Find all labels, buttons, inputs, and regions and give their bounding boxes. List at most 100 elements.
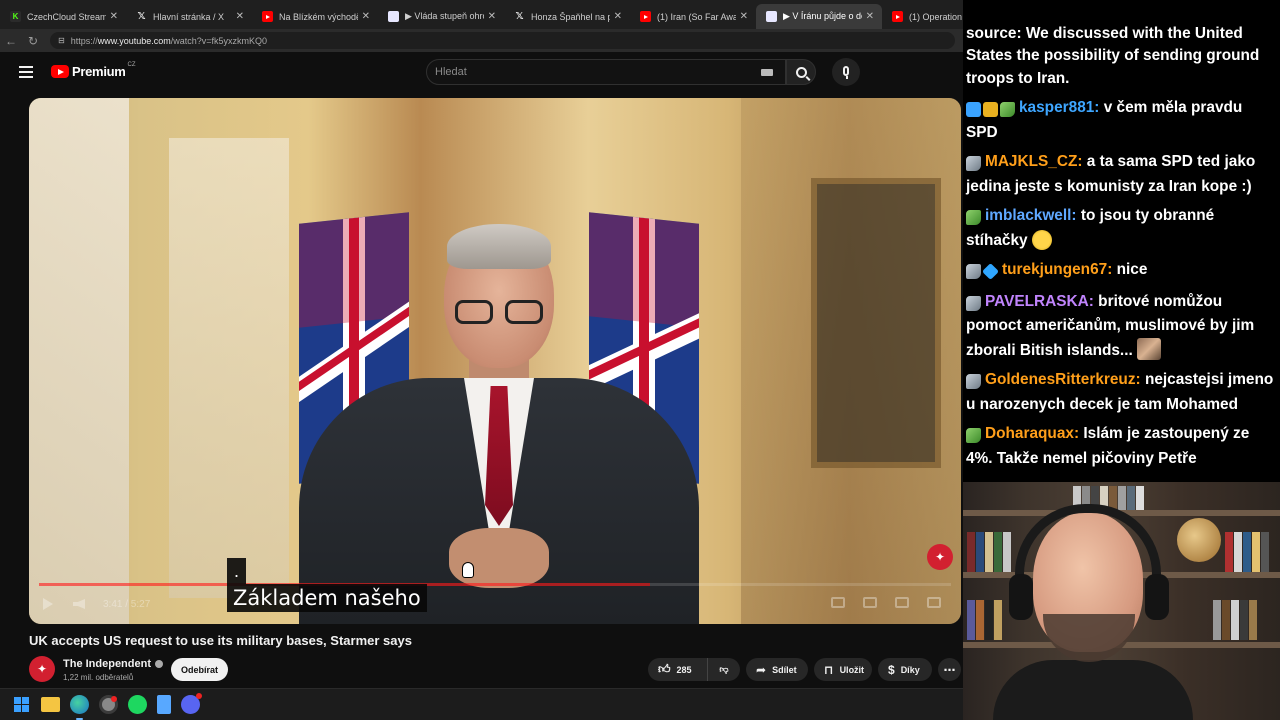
spotify-icon[interactable] [128,695,147,714]
dislike-button[interactable]: 👎︎ [708,664,740,675]
chat-message: imblackwell: to jsou ty obranné stíhačky [966,205,1274,252]
back-arrow-icon[interactable]: ← [0,34,22,48]
chat-username[interactable]: imblackwell: [985,207,1077,224]
thumbs-up-icon: 👍︎ [658,662,671,676]
address-bar-row: ← ↻ ⊟ https://www.youtube.com/watch?v=fk… [0,29,963,52]
notification-dot-icon [111,696,117,702]
close-icon[interactable]: ✕ [740,11,748,22]
youtube-icon [892,11,903,22]
thumbs-down-icon: 👎︎ [719,664,729,674]
settings-icon[interactable] [863,597,877,608]
tab-6[interactable]: ▶ V Íránu půjde o delší ✕ [756,4,882,29]
discord-icon[interactable] [181,693,202,714]
search-button[interactable] [786,59,816,85]
close-icon[interactable]: ✕ [362,11,370,22]
miniplayer-icon[interactable] [895,597,909,608]
country-code: CZ [127,61,136,68]
close-icon[interactable]: ✕ [110,11,118,22]
channel-watermark-icon[interactable]: ✦ [927,544,953,570]
user-badges [966,293,983,316]
user-badges [966,153,983,176]
search-box [426,59,786,85]
notepad-icon[interactable] [157,695,171,714]
channel-name-row[interactable]: The Independent [63,658,163,670]
close-icon[interactable]: ✕ [488,11,496,22]
subtitle: . Základem našeho [227,558,427,612]
badge-icon [966,156,981,172]
close-icon[interactable]: ✕ [236,11,244,22]
save-label: Uložit [839,664,865,675]
tab-4[interactable]: 𝕏 Honza Špaňhel na platfo ✕ [504,4,630,29]
share-button[interactable]: ➦ Sdílet [746,658,808,681]
badge-icon [1000,102,1015,118]
video-scene [811,178,941,468]
save-button[interactable]: ⊓ Uložit [814,658,872,681]
thanks-button[interactable]: $ Díky [878,658,932,681]
keyboard-icon[interactable] [761,69,773,76]
thanks-label: Díky [900,664,920,675]
books [967,532,1012,572]
close-icon[interactable]: ✕ [866,11,874,22]
search-icon [795,66,807,78]
verified-icon [155,660,163,669]
subscribe-button[interactable]: Odebírat [171,658,228,681]
search-input[interactable] [435,66,745,78]
emote-icon [1031,229,1052,250]
bookmark-icon: ⊓ [824,662,834,677]
video-title: UK accepts US request to use its militar… [29,633,412,648]
badge-icon [966,210,981,226]
user-badges [966,261,1000,284]
chrome-icon[interactable] [99,695,118,714]
chat-username[interactable]: MAJKLS_CZ: [985,153,1082,170]
windows-start-icon[interactable] [12,695,31,714]
captions-icon[interactable] [831,597,845,608]
badge-icon [966,295,981,311]
taskbar [0,688,963,720]
tab-1[interactable]: 𝕏 Hlavní stránka / X ✕ [126,4,252,29]
video-player[interactable]: 3:41 / 5:27 . Základem našeho ✦ [29,98,961,624]
edge-browser-icon[interactable] [70,695,89,720]
user-badges [966,425,983,448]
close-icon[interactable]: ✕ [614,11,622,22]
tab-title: ▶ V Íránu půjde o delší [783,11,862,21]
youtube-logo[interactable]: Premium CZ [51,61,136,79]
file-explorer-icon[interactable] [41,697,60,712]
chat-username[interactable]: Doharaquax: [985,425,1079,442]
tab-2[interactable]: Na Blízkém východě jso ✕ [252,4,378,29]
channel-avatar[interactable]: ✦ [29,656,55,682]
play-icon[interactable] [43,598,53,610]
tab-title: (1) Iran (So Far Away) - C [657,11,736,22]
reload-icon[interactable]: ↻ [22,34,44,48]
tab-0[interactable]: K CzechCloud Stream - W ✕ [0,4,126,29]
streamer-beard [1043,614,1135,662]
volume-icon[interactable] [73,599,85,609]
tab-3[interactable]: ▶ Vláda stupeň ohrožen ✕ [378,4,504,29]
tab-title: ▶ Vláda stupeň ohrožen [405,11,484,21]
chat-username[interactable]: kasper881: [1019,99,1099,116]
thanks-icon: $ [888,662,895,677]
url-input[interactable]: ⊟ https://www.youtube.com/watch?v=fk5yxz… [50,32,955,49]
chat-username[interactable]: turekjungen67: [1002,261,1112,278]
chat-message: source: We discussed with the United Sta… [966,23,1274,91]
voice-search-button[interactable] [832,58,860,86]
youtube-icon [640,11,651,22]
badge-icon [966,102,981,118]
fullscreen-icon[interactable] [927,597,941,608]
site-info-icon[interactable]: ⊟ [58,36,65,45]
tab-5[interactable]: (1) Iran (So Far Away) - C ✕ [630,4,756,29]
url-path: /watch?v=fk5yxzkmKQ0 [170,35,268,46]
chat-message: turekjungen67: nice [966,259,1274,284]
like-dislike-group: 👍︎ 285 👎︎ [648,658,740,681]
like-button[interactable]: 👍︎ 285 [648,658,708,681]
tab-7[interactable]: (1) Operation Ep [882,4,963,29]
badge-icon [966,428,981,444]
headset-icon [1015,504,1161,614]
more-actions-button[interactable]: ⋯ [938,658,961,681]
webcam-feed [963,482,1280,720]
subscriber-count: 1,22 mil. odběratelů [63,673,134,682]
chat-username[interactable]: GoldenesRitterkreuz: [985,371,1141,388]
hand-cursor-icon [462,562,474,578]
player-controls: 3:41 / 5:27 [29,584,961,624]
menu-icon[interactable] [19,66,33,78]
chat-username[interactable]: PAVELRASKA: [985,293,1094,310]
